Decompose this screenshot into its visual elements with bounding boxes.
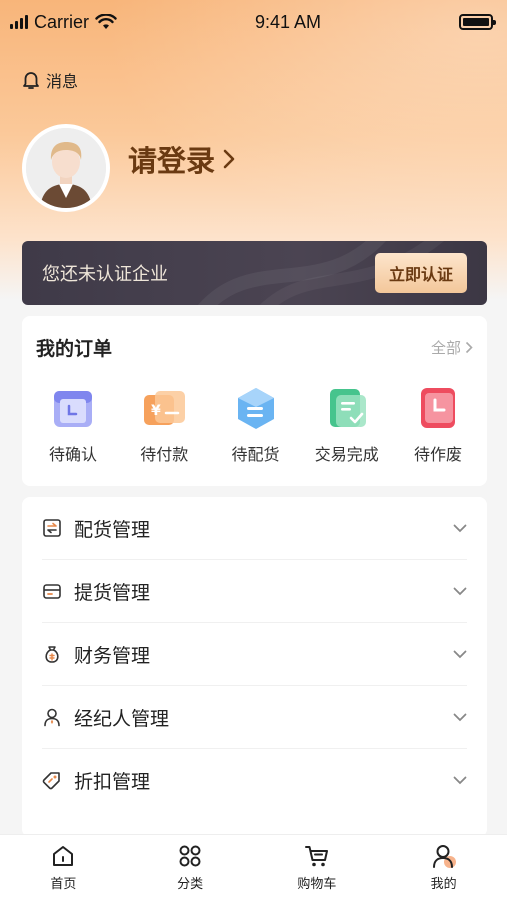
orders-header: 我的订单 全部 — [22, 316, 487, 361]
order-status-label: 待作废 — [413, 445, 462, 464]
order-status-complete[interactable]: 交易完成 — [304, 385, 390, 465]
menu-item-discount[interactable]: 折扣管理 — [42, 749, 467, 812]
menu-item-left: 折扣管理 — [42, 767, 150, 794]
menu-item-left: 经纪人管理 — [42, 704, 169, 731]
chevron-down-icon — [453, 524, 467, 532]
management-menu: 配货管理 提货管理 财务管理 经纪人管理 折扣管理 — [22, 497, 487, 837]
pending-allocation-icon — [237, 388, 274, 429]
order-status-pending-payment[interactable]: ¥ 待付款 — [121, 385, 207, 465]
menu-item-label: 配货管理 — [74, 518, 151, 541]
tab-label: 我的 — [430, 877, 457, 892]
chevron-down-icon — [453, 650, 467, 658]
my-orders-card: 我的订单 全部 待确认 ¥ 待付款 待配货 交易完成 待作废 — [22, 316, 487, 486]
discount-icon — [42, 771, 60, 789]
menu-item-pickup[interactable]: 提货管理 — [42, 560, 467, 623]
menu-item-left: 财务管理 — [42, 641, 150, 668]
login-label: 请登录 — [128, 144, 216, 178]
pending-payment-icon: ¥ — [144, 391, 186, 425]
pending-confirm-icon — [54, 391, 92, 427]
allocation-icon — [43, 519, 61, 537]
agent-icon — [44, 708, 60, 727]
order-status-pending-confirm[interactable]: 待确认 — [30, 385, 116, 465]
svg-text:¥: ¥ — [151, 403, 161, 419]
default-avatar-icon — [26, 128, 106, 208]
certification-text: 您还未认证企业 — [42, 264, 168, 285]
chevron-down-icon — [453, 587, 467, 595]
signal-icon — [10, 15, 28, 29]
chevron-right-icon — [223, 149, 235, 169]
order-status-label: 待配货 — [231, 445, 280, 464]
messages-button[interactable]: 消息 — [22, 68, 78, 92]
menu-item-label: 财务管理 — [74, 644, 151, 667]
order-status-pending-void[interactable]: 待作废 — [395, 385, 481, 465]
certification-banner: 您还未认证企业 立即认证 — [22, 241, 487, 305]
view-all-orders-link[interactable]: 全部 — [431, 337, 473, 358]
tab-profile[interactable]: 我的 — [384, 843, 504, 892]
pickup-icon — [43, 584, 61, 599]
profile-icon — [432, 845, 456, 868]
home-icon — [53, 846, 74, 866]
finance-icon — [45, 646, 59, 663]
tab-home[interactable]: 首页 — [3, 843, 123, 892]
chevron-down-icon — [453, 776, 467, 785]
bottom-tab-bar: 首页 分类 购物车 我的 — [0, 834, 507, 900]
carrier-name: Carrier — [34, 11, 90, 32]
tab-label: 购物车 — [297, 877, 337, 892]
menu-item-agent[interactable]: 经纪人管理 — [42, 686, 467, 749]
menu-item-left: 配货管理 — [42, 515, 150, 542]
menu-item-left: 提货管理 — [42, 578, 150, 605]
menu-item-label: 折扣管理 — [74, 771, 151, 793]
certify-now-button[interactable]: 立即认证 — [374, 253, 467, 293]
menu-item-label: 经纪人管理 — [74, 707, 170, 730]
order-status-label: 交易完成 — [314, 445, 379, 464]
tab-label: 首页 — [50, 877, 77, 892]
battery-icon — [459, 14, 496, 30]
pending-void-icon — [421, 388, 455, 428]
bell-icon — [23, 72, 39, 89]
menu-item-label: 提货管理 — [74, 581, 151, 604]
order-status-label: 待付款 — [140, 445, 189, 464]
status-left: Carrier — [10, 12, 117, 33]
orders-title: 我的订单 — [36, 338, 113, 360]
messages-label: 消息 — [46, 72, 79, 91]
category-icon — [179, 845, 201, 867]
status-bar: Carrier 9:41 AM — [0, 0, 507, 44]
transaction-complete-icon — [329, 389, 366, 427]
order-status-list: 待确认 ¥ 待付款 待配货 交易完成 待作废 — [22, 361, 487, 465]
tab-cart[interactable]: 购物车 — [257, 843, 377, 892]
menu-item-finance[interactable]: 财务管理 — [42, 623, 467, 686]
status-time: 9:41 AM — [254, 11, 322, 32]
tab-label: 分类 — [177, 877, 204, 892]
menu-item-allocation[interactable]: 配货管理 — [42, 497, 467, 560]
order-status-pending-allocation[interactable]: 待配货 — [213, 385, 299, 465]
wifi-icon — [95, 14, 117, 29]
chevron-right-icon — [465, 341, 473, 354]
tab-category[interactable]: 分类 — [130, 843, 250, 892]
view-all-label: 全部 — [430, 339, 461, 357]
order-status-label: 待确认 — [48, 445, 97, 464]
chevron-down-icon — [453, 713, 467, 721]
cart-icon — [304, 846, 328, 867]
login-link[interactable]: 请登录 — [128, 138, 235, 180]
avatar[interactable] — [22, 124, 110, 212]
